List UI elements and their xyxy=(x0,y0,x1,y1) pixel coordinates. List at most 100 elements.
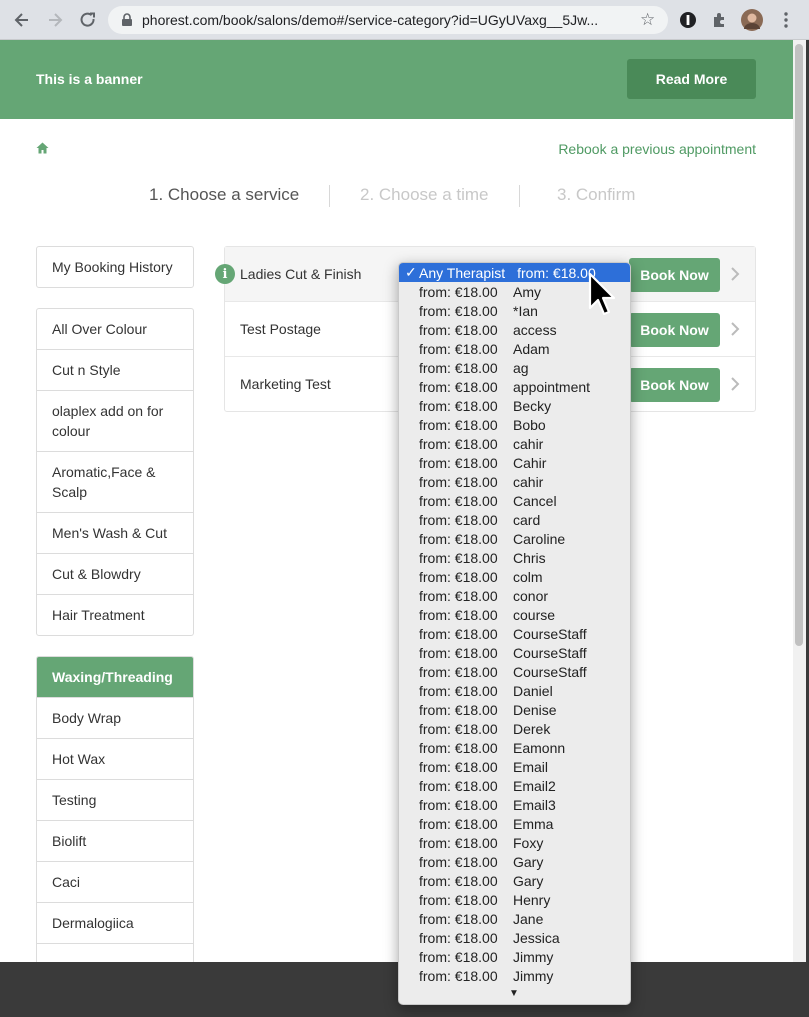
therapist-option[interactable]: from: €18.00 access xyxy=(399,320,630,339)
option-name: access xyxy=(513,321,557,338)
option-name: CourseStaff xyxy=(513,663,587,680)
therapist-option[interactable]: from: €18.00 Becky xyxy=(399,396,630,415)
therapist-option[interactable]: from: €18.00 Adam xyxy=(399,339,630,358)
address-bar[interactable]: phorest.com/book/salons/demo#/service-ca… xyxy=(108,6,668,34)
back-icon[interactable] xyxy=(10,8,34,32)
service-name: Ladies Cut & Finish xyxy=(240,266,362,282)
option-name: Henry xyxy=(513,891,551,908)
therapist-option[interactable]: from: €18.00 Denise xyxy=(399,700,630,719)
therapist-option[interactable]: from: €18.00 Daniel xyxy=(399,681,630,700)
therapist-option[interactable]: from: €18.00 Jessica xyxy=(399,928,630,947)
read-more-button[interactable]: Read More xyxy=(627,59,756,99)
option-name: Eamonn xyxy=(513,739,566,756)
rebook-link[interactable]: Rebook a previous appointment xyxy=(558,141,756,157)
option-name: CourseStaff xyxy=(513,625,587,642)
option-name: Jimmy xyxy=(513,948,554,965)
therapist-option[interactable]: from: €18.00 Jane xyxy=(399,909,630,928)
therapist-option[interactable]: from: €18.00 Bobo xyxy=(399,415,630,434)
checkmark-icon: ✓ xyxy=(405,264,417,280)
therapist-option[interactable]: from: €18.00 Henry xyxy=(399,890,630,909)
option-name: Jane xyxy=(513,910,544,927)
option-price: from: €18.00 xyxy=(419,473,498,490)
therapist-option[interactable]: from: €18.00 Cancel xyxy=(399,491,630,510)
option-price: from: €18.00 xyxy=(419,701,498,718)
mouse-pointer-icon xyxy=(588,272,616,316)
step-divider xyxy=(519,185,520,207)
category-item[interactable]: Cut n Style xyxy=(37,350,193,391)
extension-icon[interactable] xyxy=(678,10,698,30)
category-item[interactable]: Biolift xyxy=(37,821,193,862)
category-item[interactable]: Body Wrap xyxy=(37,698,193,739)
scroll-down-arrow-icon[interactable]: ▼ xyxy=(509,988,519,999)
therapist-option[interactable]: from: €18.00 colm xyxy=(399,567,630,586)
therapist-option[interactable]: from: €18.00 Email xyxy=(399,757,630,776)
therapist-option[interactable]: from: €18.00 ag xyxy=(399,358,630,377)
therapist-option[interactable]: from: €18.00 course xyxy=(399,605,630,624)
puzzle-icon[interactable] xyxy=(710,10,730,30)
therapist-option[interactable]: from: €18.00 Emma xyxy=(399,814,630,833)
category-list-primary: All Over Colour Cut n Style olaplex add … xyxy=(36,308,194,636)
bookmark-star-icon[interactable]: ☆ xyxy=(640,11,658,29)
category-item[interactable]: Men's Wash & Cut xyxy=(37,513,193,554)
category-item[interactable]: Dermalogiica xyxy=(37,903,193,944)
therapist-option[interactable]: from: €18.00 Jimmy xyxy=(399,947,630,966)
category-list-secondary: Waxing/Threading Body Wrap Hot Wax Testi… xyxy=(36,656,194,962)
therapist-option[interactable]: from: €18.00 Gary xyxy=(399,871,630,890)
therapist-option[interactable]: from: €18.00 Gary xyxy=(399,852,630,871)
category-item[interactable]: Hair Treatment xyxy=(37,595,193,635)
option-price: from: €18.00 xyxy=(419,872,498,889)
option-price: from: €18.00 xyxy=(419,606,498,623)
category-item[interactable]: Hot Wax xyxy=(37,739,193,780)
chevron-right-icon[interactable] xyxy=(730,376,740,392)
reload-icon[interactable] xyxy=(76,8,100,32)
therapist-option[interactable]: from: €18.00 Chris xyxy=(399,548,630,567)
category-item[interactable]: Testing xyxy=(37,780,193,821)
book-now-button[interactable]: Book Now xyxy=(629,258,720,292)
home-icon[interactable] xyxy=(36,142,49,154)
option-price: from: €18.00 xyxy=(419,359,498,376)
book-now-button[interactable]: Book Now xyxy=(629,368,720,402)
therapist-option[interactable]: from: €18.00 Email2 xyxy=(399,776,630,795)
therapist-select-popup[interactable]: ✓ Any Therapist from: €18.00 from: €18.0… xyxy=(398,262,631,1005)
my-booking-history-link[interactable]: My Booking History xyxy=(37,247,193,287)
therapist-option[interactable]: from: €18.00 appointment xyxy=(399,377,630,396)
page-scrollbar[interactable] xyxy=(793,40,806,962)
avatar[interactable] xyxy=(741,9,763,31)
option-price: from: €18.00 xyxy=(517,264,596,281)
scrollbar-thumb[interactable] xyxy=(795,44,803,646)
therapist-option[interactable]: from: €18.00 Cahir xyxy=(399,453,630,472)
banner-text: This is a banner xyxy=(36,71,143,87)
chevron-right-icon[interactable] xyxy=(730,266,740,282)
category-item-selected[interactable]: Waxing/Threading xyxy=(37,657,193,698)
category-item[interactable]: olaplex add on for colour xyxy=(37,391,193,452)
therapist-option[interactable]: from: €18.00 CourseStaff xyxy=(399,662,630,681)
option-name: Email xyxy=(513,758,549,775)
book-now-button[interactable]: Book Now xyxy=(629,313,720,347)
info-icon[interactable]: i xyxy=(215,264,235,284)
therapist-option[interactable]: from: €18.00 cahir xyxy=(399,434,630,453)
category-item[interactable]: Caci xyxy=(37,862,193,903)
therapist-option[interactable]: from: €18.00 Derek xyxy=(399,719,630,738)
category-item[interactable]: Aromatic,Face & Scalp xyxy=(37,452,193,513)
step-choose-time: 2. Choose a time xyxy=(360,185,489,204)
therapist-option[interactable]: from: €18.00 CourseStaff xyxy=(399,624,630,643)
therapist-option[interactable]: from: €18.00 cahir xyxy=(399,472,630,491)
option-name: Daniel xyxy=(513,682,553,699)
chevron-right-icon[interactable] xyxy=(730,321,740,337)
option-name: Derek xyxy=(513,720,551,737)
therapist-option[interactable]: from: €18.00 Caroline xyxy=(399,529,630,548)
category-item[interactable]: Specialist xyxy=(37,944,193,962)
category-item[interactable]: All Over Colour xyxy=(37,309,193,350)
therapist-option[interactable]: from: €18.00 Foxy xyxy=(399,833,630,852)
therapist-option[interactable]: from: €18.00 conor xyxy=(399,586,630,605)
therapist-option[interactable]: from: €18.00 card xyxy=(399,510,630,529)
therapist-option[interactable]: from: €18.00 Eamonn xyxy=(399,738,630,757)
lock-icon xyxy=(122,13,132,26)
therapist-option[interactable]: from: €18.00 Email3 xyxy=(399,795,630,814)
option-name: Gary xyxy=(513,872,544,889)
menu-kebab-icon[interactable] xyxy=(774,8,798,32)
therapist-option[interactable]: from: €18.00 CourseStaff xyxy=(399,643,630,662)
category-item[interactable]: Cut & Blowdry xyxy=(37,554,193,595)
therapist-option[interactable]: from: €18.00 Jimmy xyxy=(399,966,630,985)
forward-icon[interactable] xyxy=(43,8,67,32)
